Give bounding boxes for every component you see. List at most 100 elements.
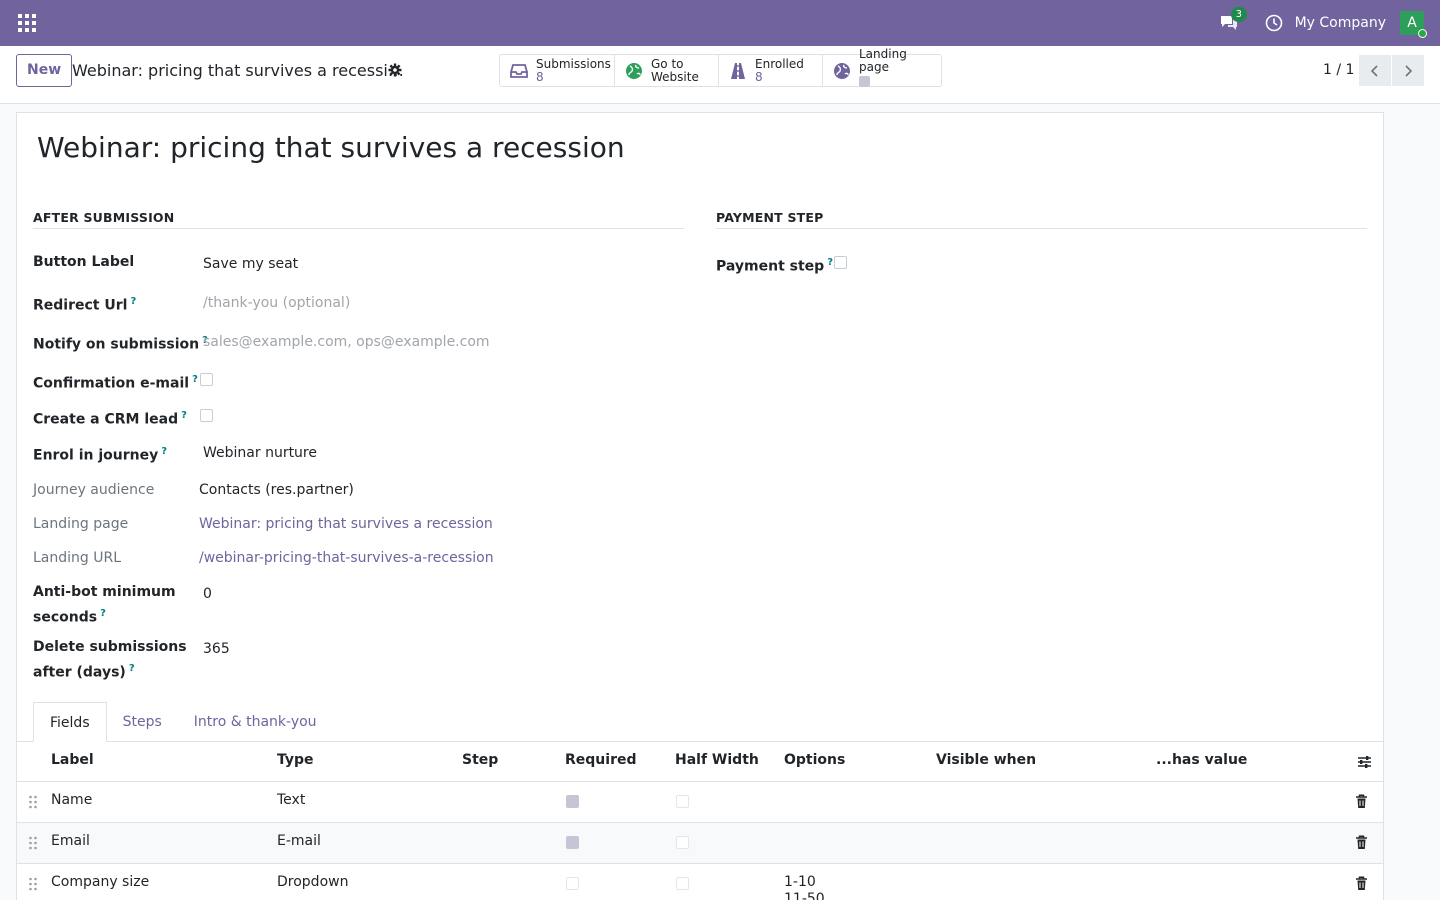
row-label: Email bbox=[51, 833, 90, 849]
half-width-checkbox[interactable] bbox=[676, 795, 689, 808]
smart-buttons: Submissions 8 Go to Website Enrolled 8 Land… bbox=[499, 47, 942, 87]
company-switcher[interactable]: My Company bbox=[1295, 15, 1386, 31]
help-tooltip-icon[interactable]: ? bbox=[181, 410, 187, 421]
road-icon bbox=[731, 62, 745, 79]
table-row[interactable]: Email E-mail bbox=[17, 823, 1383, 864]
help-tooltip-icon[interactable]: ? bbox=[130, 296, 136, 307]
website-label: Website bbox=[651, 69, 699, 84]
button-label-label: Button Label bbox=[33, 254, 135, 270]
column-header-options[interactable]: Options bbox=[784, 752, 845, 768]
new-button[interactable]: New bbox=[16, 54, 73, 87]
half-width-checkbox[interactable] bbox=[676, 877, 689, 890]
tab-intro-thank-you[interactable]: Intro & thank-you bbox=[178, 702, 333, 742]
column-header-step[interactable]: Step bbox=[462, 752, 498, 768]
column-header-visible-when[interactable]: Visible when bbox=[936, 752, 1036, 768]
row-label: Company size bbox=[51, 874, 150, 890]
help-tooltip-icon[interactable]: ? bbox=[161, 446, 167, 457]
payment-step-label: Payment step? bbox=[716, 257, 833, 275]
form-sheet: Webinar: pricing that survives a recessi… bbox=[16, 112, 1384, 900]
pager-value[interactable]: 1 / 1 bbox=[1323, 62, 1354, 78]
row-type: Text bbox=[277, 792, 306, 808]
required-checkbox[interactable] bbox=[566, 795, 579, 808]
chat-bubbles-icon[interactable]: 3 bbox=[1219, 7, 1247, 33]
enrolled-label: Enrolled bbox=[755, 56, 804, 71]
help-tooltip-icon[interactable]: ? bbox=[192, 374, 198, 385]
row-options: 1-10 11-50 bbox=[784, 874, 825, 900]
journey-audience-value: Contacts (res.partner) bbox=[199, 482, 354, 498]
help-tooltip-icon[interactable]: ? bbox=[100, 608, 106, 619]
form-title-input[interactable]: Webinar: pricing that survives a recessi… bbox=[37, 131, 625, 164]
top-navbar: 3 My Company A bbox=[0, 0, 1440, 46]
column-header-has-value[interactable]: ...has value bbox=[1156, 752, 1247, 768]
submissions-count: 8 bbox=[536, 69, 544, 84]
landing-url-link[interactable]: /webinar-pricing-that-survives-a-recessi… bbox=[199, 550, 494, 566]
after-submission-heading: AFTER SUBMISSION bbox=[33, 210, 175, 225]
inbox-icon bbox=[510, 63, 528, 78]
antibot-seconds-input[interactable]: 0 bbox=[203, 586, 212, 602]
chat-counter-badge: 3 bbox=[1230, 7, 1247, 22]
row-type: Dropdown bbox=[277, 874, 349, 890]
globe-icon bbox=[626, 62, 642, 79]
drag-handle-icon[interactable] bbox=[28, 836, 38, 850]
submissions-smart-button[interactable]: Submissions 8 bbox=[500, 55, 615, 86]
landing-page-field-label: Landing page bbox=[33, 516, 129, 532]
pager-next-button[interactable] bbox=[1392, 55, 1424, 86]
antibot-label: Anti-bot minimum seconds? bbox=[33, 584, 176, 626]
button-label-input[interactable]: Save my seat bbox=[203, 256, 298, 272]
column-header-label[interactable]: Label bbox=[51, 752, 94, 768]
notebook-tabs: Fields Steps Intro & thank-you bbox=[33, 702, 333, 742]
delete-after-days-input[interactable]: 365 bbox=[203, 641, 230, 657]
required-checkbox[interactable] bbox=[566, 836, 579, 849]
confirmation-email-label: Confirmation e-mail? bbox=[33, 374, 198, 392]
apps-grid-icon[interactable] bbox=[18, 14, 36, 32]
trash-icon[interactable] bbox=[1355, 835, 1368, 850]
go-to-website-smart-button[interactable]: Go to Website bbox=[615, 55, 719, 86]
payment-step-checkbox[interactable] bbox=[834, 256, 847, 269]
help-tooltip-icon[interactable]: ? bbox=[827, 257, 833, 268]
pager-previous-button[interactable] bbox=[1359, 55, 1391, 86]
required-checkbox[interactable] bbox=[566, 877, 579, 890]
go-to-label: Go to bbox=[651, 56, 684, 71]
fields-table-header: Label Type Step Required Half Width Opti… bbox=[17, 742, 1383, 782]
trash-icon[interactable] bbox=[1355, 794, 1368, 809]
landing-page-smart-button[interactable]: Landing page bbox=[823, 47, 941, 87]
landing-page-link[interactable]: Webinar: pricing that survives a recessi… bbox=[199, 516, 493, 532]
column-settings-icon[interactable] bbox=[1357, 755, 1372, 769]
tab-steps[interactable]: Steps bbox=[107, 702, 178, 742]
crm-lead-checkbox[interactable] bbox=[200, 409, 213, 422]
user-avatar[interactable]: A bbox=[1400, 11, 1427, 38]
landing-page-label: Landing page bbox=[859, 46, 907, 74]
journey-audience-label: Journey audience bbox=[33, 482, 155, 498]
clock-icon[interactable] bbox=[1265, 14, 1283, 32]
globe-icon bbox=[834, 62, 850, 79]
landing-page-published-checkbox bbox=[859, 75, 870, 87]
gear-icon[interactable] bbox=[388, 63, 402, 77]
trash-icon[interactable] bbox=[1355, 876, 1368, 891]
chevron-right-icon bbox=[1405, 64, 1413, 77]
delete-after-label: Delete submissions after (days)? bbox=[33, 639, 187, 681]
tab-fields[interactable]: Fields bbox=[33, 702, 107, 742]
column-header-half-width[interactable]: Half Width bbox=[675, 752, 759, 768]
confirmation-email-checkbox[interactable] bbox=[200, 373, 213, 386]
table-row[interactable]: Company size Dropdown 1-10 11-50 bbox=[17, 864, 1383, 900]
row-label: Name bbox=[51, 792, 93, 808]
half-width-checkbox[interactable] bbox=[676, 836, 689, 849]
redirect-url-input[interactable]: /thank-you (optional) bbox=[203, 295, 350, 311]
landing-url-label: Landing URL bbox=[33, 550, 122, 566]
notify-input[interactable]: sales@example.com, ops@example.com bbox=[203, 334, 490, 350]
crm-lead-label: Create a CRM lead? bbox=[33, 410, 187, 428]
column-header-type[interactable]: Type bbox=[277, 752, 314, 768]
control-panel: New Webinar: pricing that survives a rec… bbox=[0, 46, 1440, 104]
table-row[interactable]: Name Text bbox=[17, 782, 1383, 823]
column-header-required[interactable]: Required bbox=[565, 752, 636, 768]
enrol-journey-field[interactable]: Webinar nurture bbox=[203, 445, 317, 461]
help-tooltip-icon[interactable]: ? bbox=[129, 663, 135, 674]
drag-handle-icon[interactable] bbox=[28, 795, 38, 809]
row-type: E-mail bbox=[277, 833, 321, 849]
notify-label: Notify on submission? bbox=[33, 335, 208, 353]
after-submission-divider bbox=[33, 228, 684, 229]
payment-step-heading: PAYMENT STEP bbox=[716, 210, 824, 225]
enrolled-smart-button[interactable]: Enrolled 8 bbox=[719, 55, 823, 86]
drag-handle-icon[interactable] bbox=[28, 877, 38, 891]
submissions-label: Submissions bbox=[536, 56, 611, 71]
